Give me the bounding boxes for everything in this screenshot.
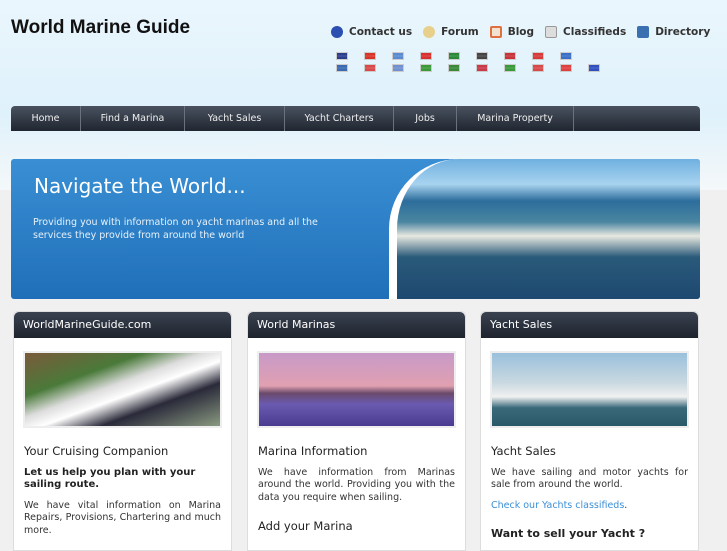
language-flag-icon[interactable] [560, 64, 572, 72]
language-flag-icon[interactable] [504, 64, 516, 72]
help-icon [331, 26, 343, 38]
hero-text: Providing you with information on yacht … [33, 217, 318, 241]
language-flag-icon[interactable] [476, 64, 488, 72]
hero-banner: Navigate the World... Providing you with… [11, 159, 700, 299]
marina-aerial-photo [389, 159, 700, 299]
nav-home[interactable]: Home [11, 106, 81, 131]
chat-bubble-icon [423, 26, 436, 38]
top-links: Contact us Forum Blog Classifieds Direct… [331, 26, 721, 38]
language-flag-icon[interactable] [420, 52, 432, 60]
language-flag-icon[interactable] [532, 52, 544, 60]
directory-link[interactable]: Directory [637, 26, 710, 38]
nav-yacht-charters[interactable]: Yacht Charters [285, 106, 394, 131]
panel-header: World Marinas [248, 312, 465, 338]
marina-sunset-photo [257, 351, 456, 428]
panel-header: Yacht Sales [481, 312, 698, 338]
nav-yacht-sales[interactable]: Yacht Sales [185, 106, 285, 131]
blog-icon [489, 26, 502, 38]
panel-heading: Marina Information [258, 444, 368, 458]
language-flag-icon[interactable] [532, 64, 544, 72]
panel-worldmarineguide: WorldMarineGuide.com Your Cruising Compa… [13, 311, 232, 551]
harbour-yachts-photo [490, 351, 689, 428]
language-flag-icon[interactable] [476, 52, 488, 60]
language-flag-icon[interactable] [392, 64, 404, 72]
yachts-classifieds-link[interactable]: Check our Yachts classifieds [491, 500, 624, 511]
language-flag-icon[interactable] [364, 64, 376, 72]
nav-jobs[interactable]: Jobs [394, 106, 457, 131]
panel-text: We have information from Marinas around … [258, 466, 455, 503]
main-nav: Home Find a Marina Yacht Sales Yacht Cha… [11, 106, 700, 131]
panel-bold-text: Let us help you plan with your sailing r… [24, 466, 196, 491]
language-flag-icon[interactable] [560, 52, 572, 60]
panel-yacht-sales: Yacht Sales Yacht Sales We have sailing … [480, 311, 699, 551]
language-flag-icon[interactable] [336, 64, 348, 72]
panel-heading: Yacht Sales [491, 444, 556, 458]
language-flag-icon[interactable] [392, 52, 404, 60]
language-flag-icon[interactable] [448, 52, 460, 60]
language-flag-icon[interactable] [420, 64, 432, 72]
forum-link[interactable]: Forum [423, 26, 479, 38]
panel-world-marinas: World Marinas Marina Information We have… [247, 311, 466, 551]
contact-link[interactable]: Contact us [331, 26, 412, 38]
nav-marina-property[interactable]: Marina Property [457, 106, 574, 131]
panel-text: We have sailing and motor yachts for sal… [491, 466, 688, 491]
panel-heading-2: Want to sell your Yacht ? [491, 527, 646, 540]
language-flag-icon[interactable] [364, 52, 376, 60]
nav-find-marina[interactable]: Find a Marina [81, 106, 185, 131]
blog-link[interactable]: Blog [489, 26, 534, 38]
hero-title: Navigate the World... [34, 174, 246, 198]
language-flags [336, 52, 616, 76]
panel-heading-2: Add your Marina [258, 519, 353, 533]
site-title[interactable]: World Marine Guide [11, 17, 190, 39]
book-icon [637, 26, 650, 38]
language-flag-icon[interactable] [588, 64, 600, 72]
panel-heading: Your Cruising Companion [24, 444, 169, 458]
newspaper-icon [545, 26, 558, 38]
yacht-photo [23, 351, 222, 428]
language-flag-icon[interactable] [336, 52, 348, 60]
language-flag-icon[interactable] [448, 64, 460, 72]
language-flag-icon[interactable] [504, 52, 516, 60]
classifieds-link[interactable]: Classifieds [545, 26, 626, 38]
panel-header: WorldMarineGuide.com [14, 312, 231, 338]
panel-text: We have vital information on Marina Repa… [24, 499, 221, 536]
